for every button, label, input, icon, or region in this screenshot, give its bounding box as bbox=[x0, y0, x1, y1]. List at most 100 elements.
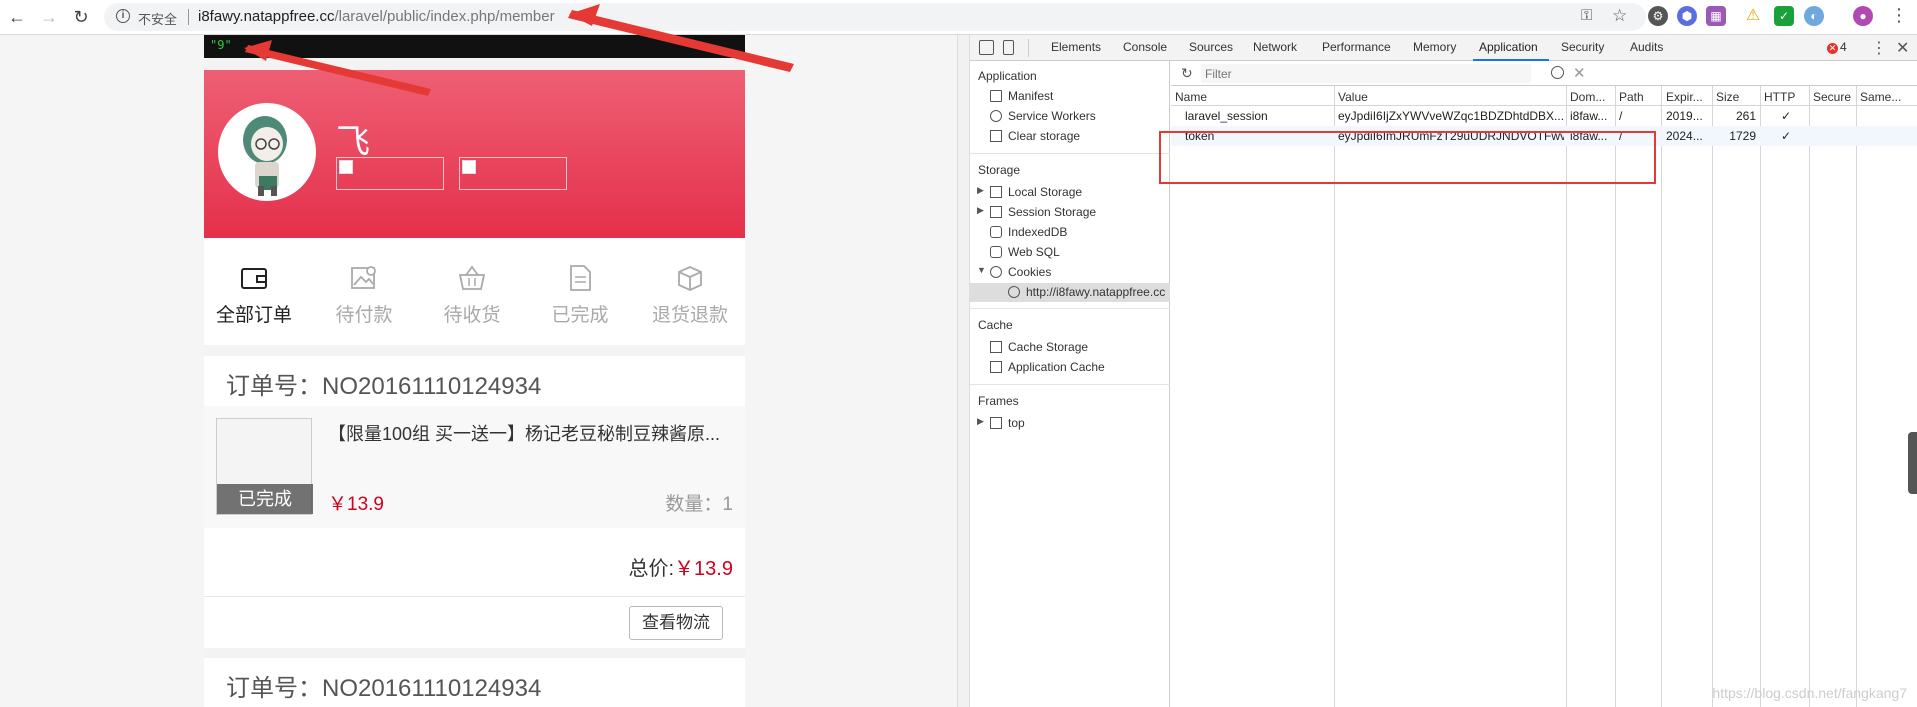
section-title-application: Application bbox=[978, 69, 1037, 83]
column-divider bbox=[1712, 86, 1713, 707]
inspect-element-icon[interactable] bbox=[979, 40, 994, 55]
avatar[interactable] bbox=[218, 103, 316, 201]
column-header-expires[interactable]: Expir... bbox=[1666, 90, 1710, 104]
sidebar-item-frame-top[interactable]: ▶ top bbox=[977, 416, 1025, 430]
reload-icon[interactable]: ↻ bbox=[70, 6, 92, 28]
column-header-path[interactable]: Path bbox=[1619, 90, 1659, 104]
sidebar-item-local-storage[interactable]: ▶ Local Storage bbox=[977, 185, 1082, 199]
column-header-value[interactable]: Value bbox=[1338, 90, 1563, 104]
tab-pending-receipt[interactable]: 待收货 bbox=[422, 238, 522, 345]
tab-pending-payment[interactable]: 待付款 bbox=[314, 238, 414, 345]
expand-triangle-icon[interactable]: ▶ bbox=[977, 205, 984, 216]
tab-sources[interactable]: Sources bbox=[1189, 40, 1233, 54]
tab-performance[interactable]: Performance bbox=[1322, 40, 1391, 54]
sidebar-item-cookies[interactable]: ▼ Cookies bbox=[977, 265, 1051, 279]
section-title-cache: Cache bbox=[978, 318, 1013, 332]
filter-input[interactable] bbox=[1201, 64, 1531, 83]
profile-avatar-icon[interactable]: ● bbox=[1853, 6, 1873, 26]
sidebar-item-indexeddb[interactable]: IndexedDB bbox=[990, 225, 1067, 239]
column-header-samesite[interactable]: Same... bbox=[1860, 90, 1915, 104]
shield-extension-icon[interactable]: ✓ bbox=[1774, 6, 1794, 26]
grid-icon bbox=[990, 206, 1002, 218]
tab-elements[interactable]: Elements bbox=[1051, 40, 1101, 54]
column-divider bbox=[1760, 86, 1761, 707]
tab-audits[interactable]: Audits bbox=[1630, 40, 1663, 54]
scrollbar-handle[interactable] bbox=[1908, 432, 1917, 494]
tab-completed[interactable]: 已完成 bbox=[530, 238, 630, 345]
sidebar-item-clear-storage[interactable]: Clear storage bbox=[990, 129, 1080, 143]
sidebar-item-cookie-origin[interactable]: http://i8fawy.natappfree.cc bbox=[1008, 285, 1165, 299]
menu-icon[interactable]: ⋮ bbox=[1890, 5, 1908, 26]
cookie-httponly: ✓ bbox=[1781, 109, 1792, 123]
expand-triangle-icon[interactable]: ▶ bbox=[977, 416, 984, 427]
view-logistics-button[interactable]: 查看物流 bbox=[629, 606, 723, 640]
broken-image-1 bbox=[336, 157, 444, 190]
column-header-domain[interactable]: Dom... bbox=[1570, 90, 1614, 104]
product-title: 【限量100组 买一送一】杨记老豆秘制豆辣酱原... bbox=[328, 424, 721, 444]
forward-icon[interactable]: → bbox=[38, 6, 60, 28]
sidebar-item-session-storage[interactable]: ▶ Session Storage bbox=[977, 205, 1096, 219]
column-header-http[interactable]: HTTP bbox=[1764, 90, 1808, 104]
delete-selected-icon[interactable]: ✕ bbox=[1573, 64, 1586, 82]
tab-network[interactable]: Network bbox=[1253, 40, 1297, 54]
profile-header: 飞 bbox=[204, 70, 745, 238]
close-devtools-icon[interactable]: ✕ bbox=[1896, 38, 1909, 58]
tab-refund[interactable]: 退货退款 bbox=[640, 238, 740, 345]
bookmark-star-icon[interactable]: ☆ bbox=[1612, 6, 1627, 26]
column-header-secure[interactable]: Secure bbox=[1813, 90, 1855, 104]
cookie-icon bbox=[1008, 286, 1020, 298]
column-header-name[interactable]: Name bbox=[1175, 90, 1330, 104]
devtools-tabbar: Elements Console Sources Network Perform… bbox=[970, 35, 1917, 61]
tab-memory[interactable]: Memory bbox=[1413, 40, 1456, 54]
key-icon[interactable]: ⚿ bbox=[1581, 7, 1592, 24]
trash-icon bbox=[990, 130, 1002, 142]
back-icon[interactable]: ← bbox=[6, 6, 28, 28]
gear-icon bbox=[990, 110, 1002, 122]
cookie-value: eyJpdiI6IjZxYWVveWZqc1BDZDhtdDBX... bbox=[1338, 109, 1564, 123]
devtools-splitter[interactable] bbox=[957, 35, 970, 707]
total-label: 总价: bbox=[628, 558, 675, 580]
column-header-size[interactable]: Size bbox=[1716, 90, 1758, 104]
vue-extension-icon[interactable]: ◐ bbox=[1804, 6, 1824, 26]
application-sidebar: Application Manifest Service Workers Cle… bbox=[970, 61, 1170, 707]
warning-extension-icon[interactable]: ⚠ bbox=[1743, 6, 1763, 26]
browser-toolbar: ← → ↻ i 不安全 i8fawy.natappfree.cc/laravel… bbox=[0, 0, 1917, 35]
grid-extension-icon[interactable]: ▦ bbox=[1706, 6, 1726, 26]
tab-application[interactable]: Application bbox=[1479, 40, 1538, 54]
database-icon bbox=[990, 246, 1002, 258]
devtools-menu-icon[interactable]: ⋮ bbox=[1871, 38, 1887, 58]
sidebar-item-websql[interactable]: Web SQL bbox=[990, 245, 1060, 259]
info-icon[interactable]: i bbox=[116, 9, 130, 23]
section-title-frames: Frames bbox=[978, 394, 1019, 408]
section-title-storage: Storage bbox=[978, 163, 1021, 177]
expand-triangle-icon[interactable]: ▶ bbox=[977, 185, 984, 196]
refresh-icon[interactable]: ↻ bbox=[1181, 65, 1193, 82]
order-item[interactable]: 已完成 【限量100组 买一送一】杨记老豆秘制豆辣酱原... ￥13.9 数量：… bbox=[204, 406, 745, 528]
sidebar-item-service-workers[interactable]: Service Workers bbox=[990, 109, 1096, 123]
cookie-size: 261 bbox=[1735, 109, 1756, 123]
tab-console[interactable]: Console bbox=[1123, 40, 1167, 54]
url-text[interactable]: i8fawy.natappfree.cc/laravel/public/inde… bbox=[198, 8, 555, 25]
basket-icon bbox=[458, 265, 486, 290]
page-viewport: "9" 飞 全部订单 待付款 待收货 已完成 退货退款 订单号：NO201611… bbox=[0, 35, 957, 707]
cookie-expires: 2024... bbox=[1666, 129, 1703, 143]
tab-all-orders[interactable]: 全部订单 bbox=[204, 238, 304, 345]
address-bar[interactable]: i 不安全 i8fawy.natappfree.cc/laravel/publi… bbox=[104, 3, 1646, 31]
tab-label: 退货退款 bbox=[651, 305, 728, 326]
order-total: 总价:￥13.9 bbox=[629, 552, 734, 581]
clear-all-icon[interactable] bbox=[1551, 66, 1564, 79]
collapse-triangle-icon[interactable]: ▼ bbox=[977, 265, 986, 275]
sidebar-item-application-cache[interactable]: Application Cache bbox=[990, 360, 1105, 374]
section-divider bbox=[970, 153, 1170, 154]
table-row[interactable]: laravel_session eyJpdiI6IjZxYWVveWZqc1BD… bbox=[1171, 106, 1917, 126]
sidebar-item-cache-storage[interactable]: Cache Storage bbox=[990, 340, 1088, 354]
hex-extension-icon[interactable]: ⬢ bbox=[1677, 6, 1697, 26]
tab-security[interactable]: Security bbox=[1561, 40, 1604, 54]
settings-extension-icon[interactable]: ⚙ bbox=[1648, 6, 1668, 26]
debug-output: "9" bbox=[210, 38, 232, 52]
avatar-illustration-icon bbox=[243, 116, 287, 196]
error-counter[interactable]: ✕ 4 bbox=[1827, 40, 1847, 54]
device-toolbar-icon[interactable] bbox=[1003, 40, 1014, 55]
sidebar-item-manifest[interactable]: Manifest bbox=[990, 89, 1053, 103]
mobile-member-page: "9" 飞 全部订单 待付款 待收货 已完成 退货退款 订单号：NO201611… bbox=[204, 35, 745, 707]
